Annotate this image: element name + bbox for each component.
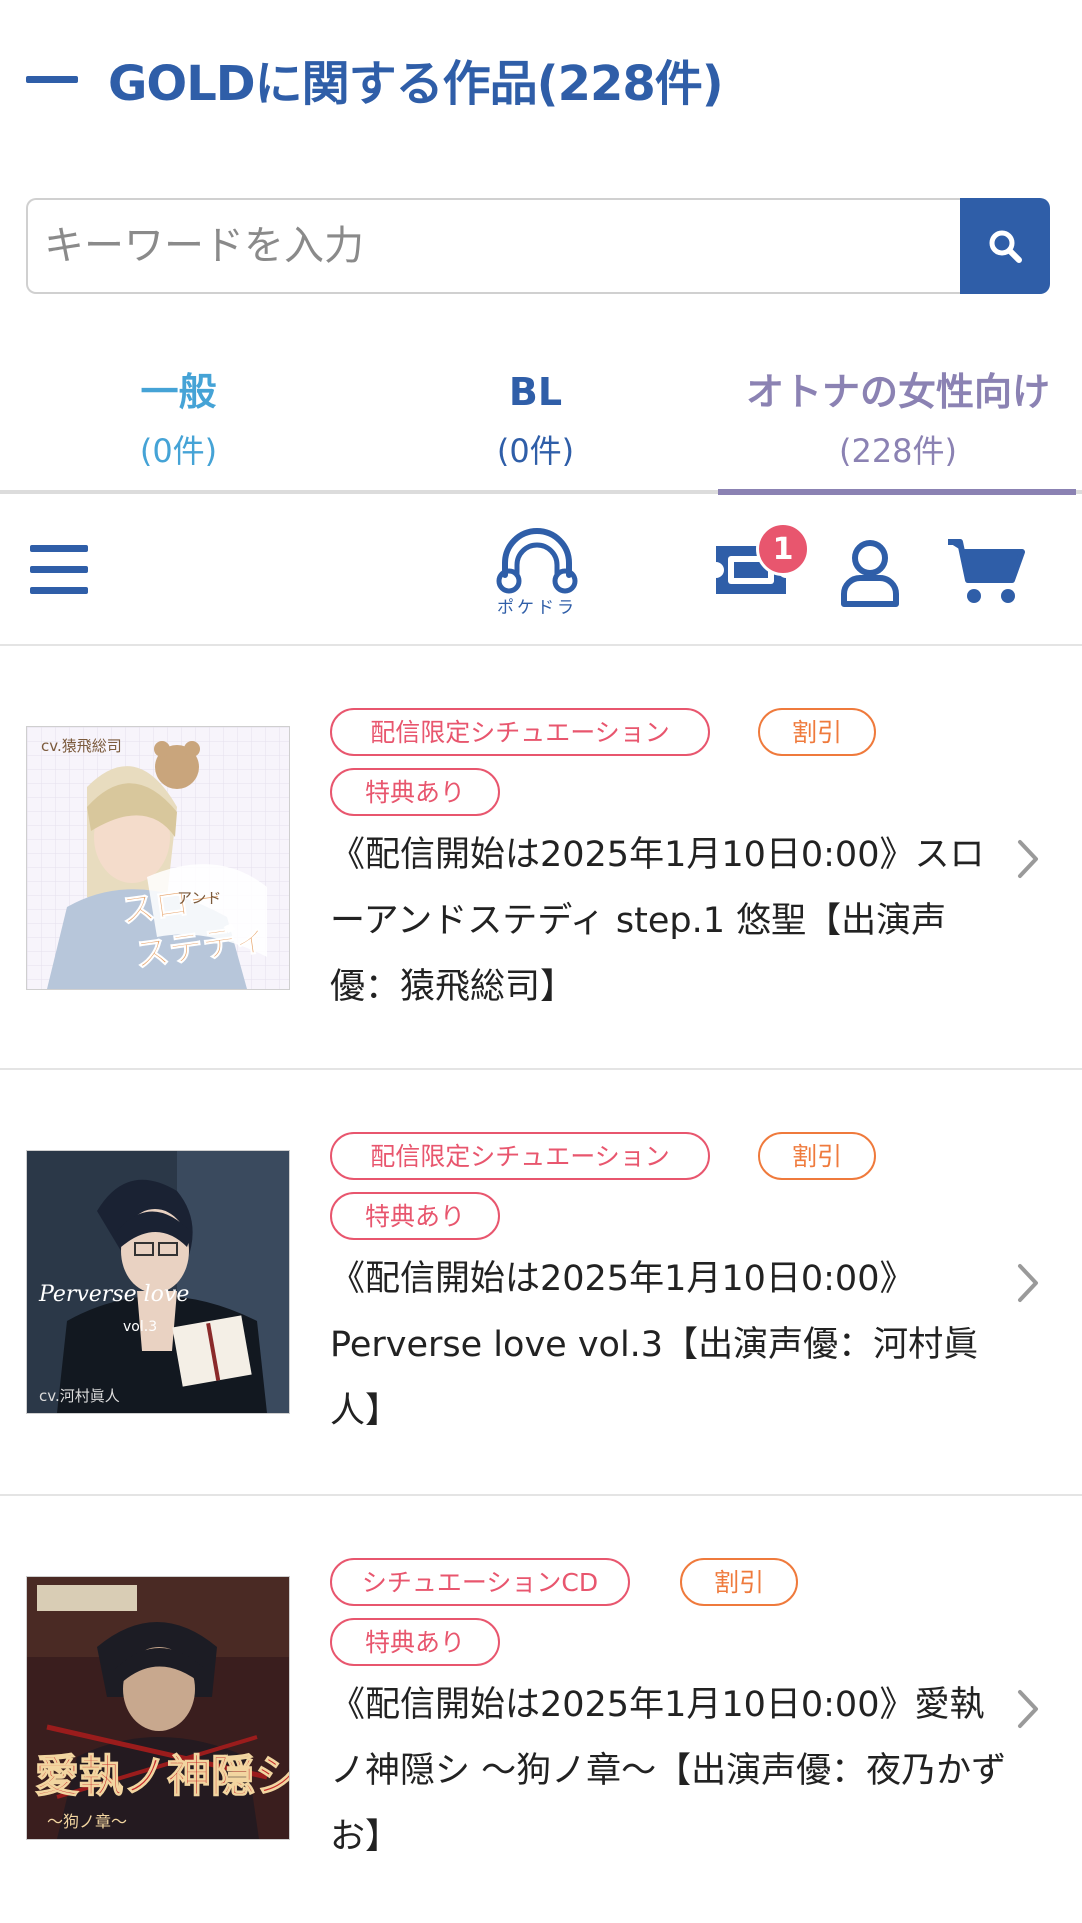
list-item[interactable]: Perverse love vol.3 cv.河村眞人 配信限定シチュエーション…	[0, 1070, 1082, 1494]
thumb-text: Perverse love	[38, 1282, 189, 1307]
bonus-badge: 特典あり	[330, 768, 500, 816]
list-item[interactable]: cv.猿飛総司 スロー アンド ステディ 配信限定シチュエーション 割引 特典あ…	[0, 646, 1082, 1070]
thumb-text: 〜狗ノ章〜	[47, 1812, 127, 1831]
app-logo[interactable]: ポケドラ	[492, 523, 582, 619]
tab-adult-women[interactable]: オトナの女性向け (228件)	[714, 362, 1082, 492]
tab-count: (228件)	[838, 432, 958, 470]
tab-label: BL	[508, 370, 563, 414]
tag-badge: 配信限定シチュエーション	[330, 1132, 710, 1180]
cart-icon[interactable]	[946, 536, 1026, 606]
thumb-text: cv.猿飛総司	[41, 737, 122, 755]
tab-label: 一般	[140, 370, 217, 414]
menu-icon[interactable]	[30, 545, 88, 595]
item-title: 《配信開始は2025年1月10日0:00》Perverse love vol.3…	[330, 1259, 979, 1431]
search-icon	[989, 230, 1022, 263]
item-title: 《配信開始は2025年1月10日0:00》スローアンドステディ step.1 悠…	[330, 835, 985, 1007]
thumb-text: 愛執ノ神隠シ	[35, 1751, 289, 1802]
product-thumbnail: Perverse love vol.3 cv.河村眞人	[26, 1150, 290, 1414]
tab-bl[interactable]: BL (0件)	[357, 362, 714, 492]
tab-count: (0件)	[139, 432, 218, 470]
category-tabs: 一般 (0件) BL (0件) オトナの女性向け (228件)	[0, 362, 1082, 492]
discount-badge: 割引	[758, 1132, 876, 1180]
minus-icon	[26, 76, 78, 83]
tag-badge: 配信限定シチュエーション	[330, 708, 710, 756]
search-button[interactable]	[960, 198, 1050, 294]
bonus-badge: 特典あり	[330, 1192, 500, 1240]
active-tab-indicator	[718, 489, 1076, 495]
chevron-right-icon	[1018, 1690, 1038, 1728]
product-thumbnail: cv.猿飛総司 スロー アンド ステディ	[26, 726, 290, 990]
tab-label: オトナの女性向け	[745, 370, 1050, 414]
thumb-text: cv.河村眞人	[39, 1387, 120, 1405]
thumb-text: vol.3	[123, 1319, 157, 1335]
tag-badge: シチュエーションCD	[330, 1558, 630, 1606]
notification-badge: 1	[756, 522, 810, 576]
tab-count: (0件)	[496, 432, 575, 470]
list-item[interactable]: 愛執ノ神隠シ 〜狗ノ章〜 シチュエーションCD 割引 特典あり 《配信開始は20…	[0, 1496, 1082, 1920]
item-title: 《配信開始は2025年1月10日0:00》愛執ノ神隠シ 〜狗ノ章〜【出演声優：夜…	[330, 1685, 1007, 1857]
search-bar	[26, 198, 1050, 294]
logo-text: ポケドラ	[497, 598, 577, 618]
discount-badge: 割引	[758, 708, 876, 756]
page-title: GOLDに関する作品(228件)	[108, 56, 724, 112]
tab-general[interactable]: 一般 (0件)	[0, 362, 357, 492]
discount-badge: 割引	[680, 1558, 798, 1606]
product-thumbnail: 愛執ノ神隠シ 〜狗ノ章〜	[26, 1576, 290, 1840]
bonus-badge: 特典あり	[330, 1618, 500, 1666]
headphones-logo-icon	[496, 528, 578, 594]
page-header: GOLDに関する作品(228件)	[0, 0, 1082, 160]
user-icon[interactable]	[838, 538, 902, 608]
thumb-text: アンド	[177, 889, 221, 907]
search-input[interactable]	[26, 198, 960, 294]
chevron-right-icon	[1018, 840, 1038, 878]
chevron-right-icon	[1018, 1264, 1038, 1302]
